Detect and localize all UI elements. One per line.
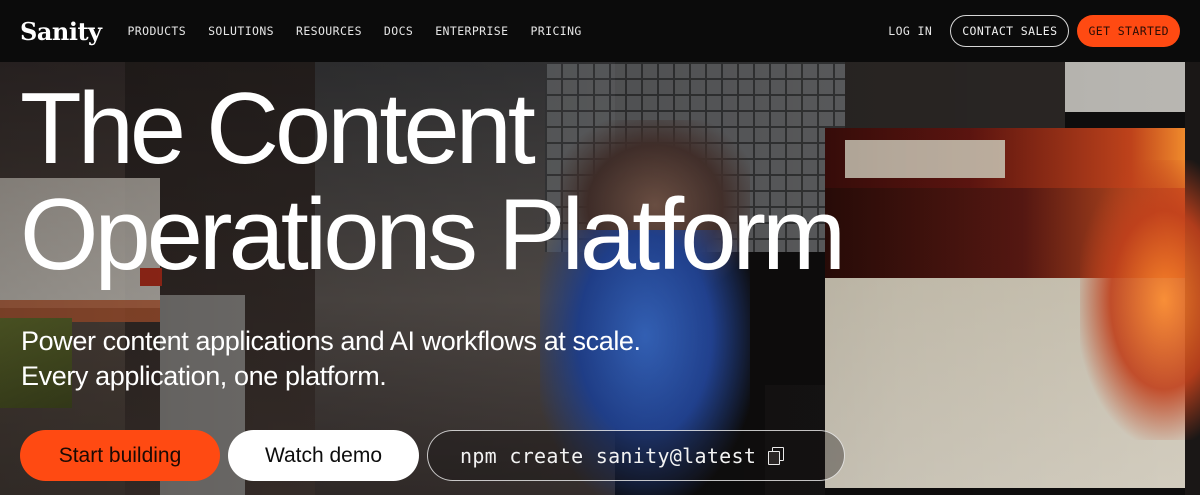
watch-demo-button[interactable]: Watch demo (228, 430, 419, 481)
copy-icon[interactable] (768, 446, 785, 465)
hero-title: The Content Operations Platform (20, 73, 846, 291)
npm-command-text: npm create sanity@latest (460, 443, 757, 468)
top-navigation: Sanity PRODUCTS SOLUTIONS RESOURCES DOCS… (0, 0, 1200, 62)
hero-subtitle-line-1: Power content applications and AI workfl… (21, 326, 641, 356)
login-link[interactable]: LOG IN (888, 24, 932, 38)
nav-actions: LOG IN CONTACT SALES GET STARTED (888, 15, 1180, 47)
nav-products[interactable]: PRODUCTS (127, 24, 186, 38)
start-building-button[interactable]: Start building (20, 430, 220, 481)
nav-enterprise[interactable]: ENTERPRISE (435, 24, 508, 38)
main-nav: PRODUCTS SOLUTIONS RESOURCES DOCS ENTERP… (127, 24, 603, 38)
hero-subtitle: Power content applications and AI workfl… (21, 324, 641, 394)
hero-subtitle-line-2: Every application, one platform. (21, 361, 387, 391)
npm-command-box[interactable]: npm create sanity@latest (427, 430, 845, 481)
page: Sanity PRODUCTS SOLUTIONS RESOURCES DOCS… (0, 0, 1200, 495)
nav-solutions[interactable]: SOLUTIONS (208, 24, 274, 38)
nav-docs[interactable]: DOCS (384, 24, 413, 38)
get-started-button[interactable]: GET STARTED (1077, 15, 1180, 47)
nav-resources[interactable]: RESOURCES (296, 24, 362, 38)
sanity-logo[interactable]: Sanity (20, 17, 102, 46)
contact-sales-button[interactable]: CONTACT SALES (950, 15, 1070, 47)
hero-title-line-2: Operations Platform (20, 179, 846, 291)
hero-title-line-1: The Content (20, 73, 536, 185)
nav-pricing[interactable]: PRICING (530, 24, 581, 38)
hero-cta-row: Start building Watch demo npm create san… (20, 430, 845, 481)
